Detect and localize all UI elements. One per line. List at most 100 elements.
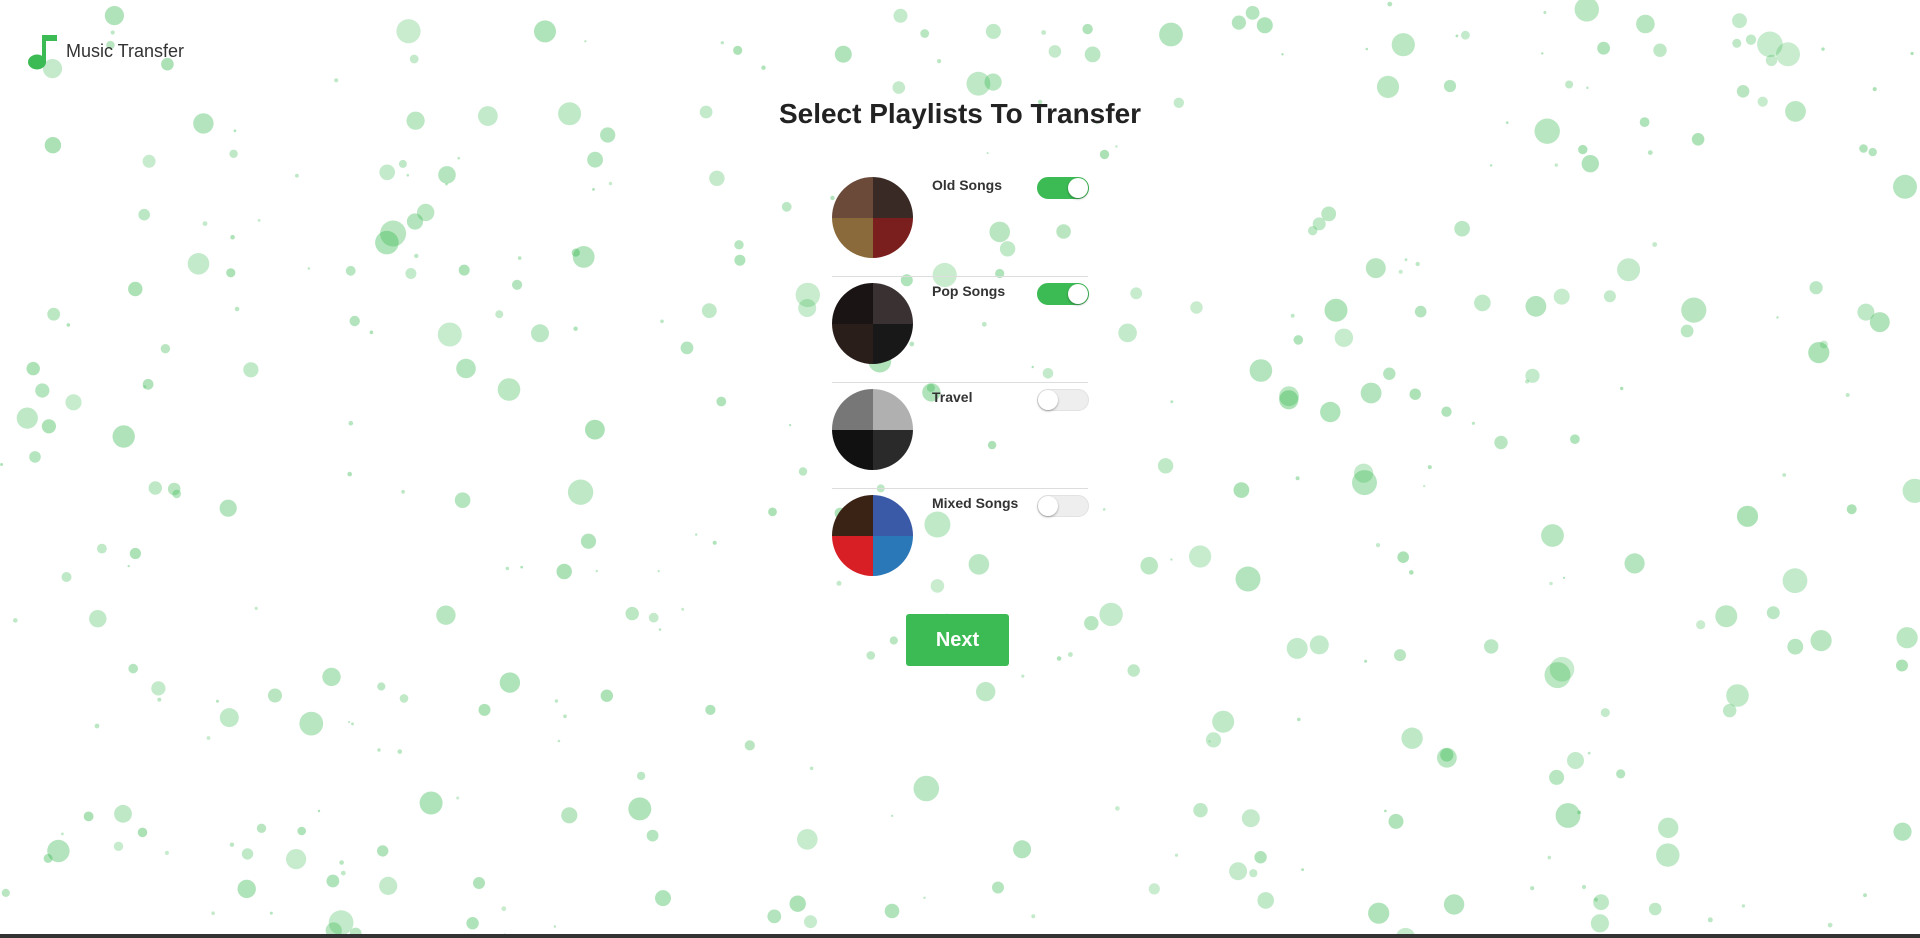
bubble	[985, 23, 1001, 39]
bubble	[478, 703, 491, 716]
bubble	[1212, 710, 1235, 733]
bubble	[226, 268, 236, 278]
bubble	[557, 739, 561, 743]
bubble	[160, 344, 171, 354]
bubble	[561, 807, 578, 824]
bubble	[202, 221, 208, 227]
bubble	[1140, 556, 1158, 575]
bubble	[457, 156, 461, 160]
cover-quadrant	[872, 495, 913, 536]
playlist-toggle[interactable]	[1037, 495, 1089, 517]
bubble	[511, 279, 523, 290]
bubble	[1334, 328, 1354, 347]
cover-quadrant	[832, 389, 873, 430]
bubble	[1741, 904, 1746, 908]
bubble	[984, 73, 1002, 91]
cover-quadrant	[872, 535, 913, 576]
bubble	[709, 170, 725, 186]
playlist-toggle[interactable]	[1037, 283, 1089, 305]
bubble	[1, 888, 10, 898]
bubble	[884, 903, 900, 919]
bubble	[1286, 637, 1308, 659]
bubble	[1352, 470, 1377, 496]
bubble	[401, 490, 405, 494]
bubble	[1056, 656, 1062, 661]
bubble	[1115, 145, 1118, 148]
bubble	[1309, 635, 1329, 655]
bubble	[660, 319, 664, 324]
bubble	[1364, 659, 1368, 663]
bubble	[705, 704, 716, 716]
playlist-toggle[interactable]	[1037, 389, 1089, 411]
bubble	[419, 791, 443, 815]
bubble	[326, 874, 340, 888]
bubble	[505, 566, 510, 571]
bubble	[1443, 894, 1465, 915]
app-root: Music Transfer Select Playlists To Trans…	[0, 0, 1920, 938]
bubble	[1590, 914, 1609, 933]
bubble	[1415, 261, 1420, 267]
next-button[interactable]: Next	[906, 614, 1009, 666]
bubble	[65, 394, 82, 411]
bubble	[396, 19, 421, 44]
bubble	[1715, 605, 1738, 628]
bubble	[219, 708, 239, 728]
bubble	[1376, 75, 1400, 98]
bubble	[1290, 313, 1295, 318]
bubble	[219, 499, 237, 517]
bubble	[1765, 54, 1778, 67]
bubble	[1846, 504, 1857, 515]
bubble	[734, 240, 744, 250]
bubble	[1896, 627, 1918, 649]
bubble	[1902, 478, 1920, 503]
bubble	[976, 682, 996, 702]
bubble	[1297, 717, 1301, 722]
toggle-knob	[1068, 178, 1088, 198]
bubble	[920, 29, 930, 38]
bubble	[1656, 843, 1680, 867]
bubble	[789, 424, 792, 427]
bubble	[83, 811, 94, 822]
music-note-icon	[28, 35, 57, 70]
bubble	[1652, 242, 1658, 247]
cover-quadrant	[872, 177, 913, 218]
playlist-name: Pop Songs	[932, 283, 1006, 299]
bubble	[128, 663, 138, 674]
bubble	[1404, 258, 1408, 262]
bubble	[556, 563, 572, 580]
bubble	[1541, 52, 1544, 55]
bubble	[1041, 30, 1046, 35]
bubble	[1409, 570, 1414, 575]
bubble	[1578, 144, 1588, 155]
bubble	[1441, 406, 1452, 417]
bubble	[138, 208, 150, 221]
bubble	[1647, 150, 1653, 156]
bubble	[347, 471, 353, 477]
bubble	[1845, 393, 1850, 397]
bubble	[16, 407, 38, 429]
bubble	[1543, 11, 1547, 14]
bubble	[466, 917, 479, 930]
bubble	[1279, 386, 1299, 407]
bubble	[1549, 769, 1565, 785]
bubble	[1423, 484, 1426, 488]
bubble	[1391, 33, 1415, 57]
bubble	[892, 81, 906, 94]
bubble	[761, 65, 766, 70]
bubble	[1414, 305, 1427, 318]
bubble	[1636, 14, 1655, 34]
bubble	[681, 607, 685, 611]
bubble	[322, 667, 341, 687]
bubble	[1563, 576, 1566, 579]
playlist-toggle[interactable]	[1037, 177, 1089, 199]
bubble	[891, 814, 894, 818]
bubble	[406, 213, 424, 230]
bubble	[913, 775, 940, 802]
bubble	[1394, 649, 1406, 662]
bubble	[1193, 803, 1208, 818]
bubble	[1170, 558, 1173, 561]
brand[interactable]: Music Transfer	[27, 32, 184, 70]
bubble	[409, 54, 419, 64]
cover-quadrant	[872, 323, 913, 364]
bubble	[167, 482, 181, 496]
